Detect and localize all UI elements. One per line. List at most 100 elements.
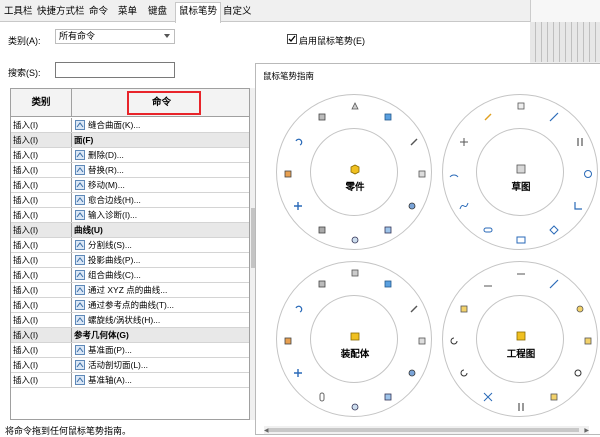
view-orientation-icon[interactable] bbox=[283, 169, 293, 179]
move-icon[interactable] bbox=[293, 201, 303, 211]
move-component-icon[interactable] bbox=[293, 368, 303, 378]
cell-command[interactable]: 参考几何体(G) bbox=[72, 328, 249, 342]
table-row[interactable]: 插入(I) 组合曲线(C)... bbox=[11, 268, 249, 283]
undo-arrow-icon[interactable] bbox=[293, 304, 303, 314]
cell-command[interactable]: 活动剖切面(L)... bbox=[72, 358, 249, 372]
table-row[interactable]: 插入(I) 基准面(P)... bbox=[11, 343, 249, 358]
hole-icon[interactable] bbox=[407, 201, 417, 211]
cell-command[interactable]: 投影曲线(P)... bbox=[72, 253, 249, 267]
guide-scrollbar[interactable]: ◀ ▶ bbox=[264, 426, 589, 434]
table-row[interactable]: 插入(I) 输入诊断(I)... bbox=[11, 208, 249, 223]
center-mark-icon[interactable] bbox=[483, 392, 493, 402]
table-group-row[interactable]: 插入(I) 曲线(U) bbox=[11, 223, 249, 238]
table-group-row[interactable]: 插入(I) 面(F) bbox=[11, 133, 249, 148]
undo-arrow-icon[interactable] bbox=[293, 137, 303, 147]
revolve-icon[interactable] bbox=[350, 235, 360, 245]
table-row[interactable]: 插入(I) 替换(R)... bbox=[11, 163, 249, 178]
detail-view-icon[interactable] bbox=[573, 368, 583, 378]
cell-command[interactable]: 愈合边线(H)... bbox=[72, 193, 249, 207]
line-icon[interactable] bbox=[549, 112, 559, 122]
tab-menus[interactable]: 菜单 bbox=[115, 4, 140, 22]
cell-command[interactable]: 基准面(P)... bbox=[72, 343, 249, 357]
section-view-icon[interactable] bbox=[516, 268, 526, 278]
table-row[interactable]: 插入(I) 愈合边线(H)... bbox=[11, 193, 249, 208]
extrude-icon[interactable] bbox=[383, 112, 393, 122]
cell-command[interactable]: 移动(M)... bbox=[72, 178, 249, 192]
table-row[interactable]: 插入(I) 活动剖切面(L)... bbox=[11, 358, 249, 373]
table-row[interactable]: 插入(I) 螺旋线/涡状线(H)... bbox=[11, 313, 249, 328]
smart-dimension-icon[interactable] bbox=[483, 112, 493, 122]
table-row[interactable]: 插入(I) 通过 XYZ 点的曲线... bbox=[11, 283, 249, 298]
rectangle-icon[interactable] bbox=[516, 235, 526, 245]
interference-icon[interactable] bbox=[383, 392, 393, 402]
smart-fastener-icon[interactable] bbox=[407, 368, 417, 378]
cell-command[interactable]: 螺旋线/涡状线(H)... bbox=[72, 313, 249, 327]
centerline-icon[interactable] bbox=[516, 402, 526, 412]
table-row[interactable]: 插入(I) 通过参考点的曲线(T)... bbox=[11, 298, 249, 313]
cut-extrude-icon[interactable] bbox=[317, 112, 327, 122]
scroll-right-icon[interactable]: ▶ bbox=[584, 427, 589, 434]
tab-mouse-gestures[interactable]: 鼠标笔势 bbox=[175, 2, 222, 23]
gesture-wheel-assembly[interactable]: 装配体 bbox=[276, 261, 432, 417]
paperclip-icon[interactable] bbox=[317, 392, 327, 402]
column-header-category[interactable]: 类别 bbox=[11, 89, 72, 117]
cell-command[interactable]: 通过参考点的曲线(T)... bbox=[72, 298, 249, 312]
tab-keyboard[interactable]: 键盘 bbox=[145, 4, 170, 22]
table-row[interactable]: 插入(I) 删除(D)... bbox=[11, 148, 249, 163]
sketch-fillet-icon[interactable] bbox=[573, 201, 583, 211]
arc-icon[interactable] bbox=[449, 169, 459, 179]
guide-scrollbar-thumb[interactable] bbox=[269, 428, 579, 432]
gesture-wheel-part[interactable]: 零件 bbox=[276, 94, 432, 250]
cell-command[interactable]: 曲线(U) bbox=[72, 223, 249, 237]
pattern-icon[interactable] bbox=[350, 402, 360, 412]
sketch-tool-icon[interactable] bbox=[516, 101, 526, 111]
cell-command[interactable]: 删除(D)... bbox=[72, 148, 249, 162]
table-row[interactable]: 插入(I) 投影曲线(P)... bbox=[11, 253, 249, 268]
table-group-row[interactable]: 插入(I) 参考几何体(G) bbox=[11, 328, 249, 343]
trim-icon[interactable] bbox=[459, 137, 469, 147]
model-view-icon[interactable] bbox=[583, 336, 593, 346]
cell-command[interactable]: 替换(R)... bbox=[72, 163, 249, 177]
enable-gestures-label[interactable]: 启用鼠标笔势(E) bbox=[299, 34, 365, 47]
table-row[interactable]: 插入(I) 移动(M)... bbox=[11, 178, 249, 193]
slot-icon[interactable] bbox=[483, 225, 493, 235]
balloon-icon[interactable] bbox=[575, 304, 585, 314]
gesture-wheel-sketch[interactable]: 草图 bbox=[442, 94, 598, 250]
spline-icon[interactable] bbox=[459, 201, 469, 211]
tab-toolbars[interactable]: 工具栏 bbox=[1, 4, 36, 22]
fillet-icon[interactable] bbox=[409, 137, 419, 147]
insert-component-icon[interactable] bbox=[350, 268, 360, 278]
datum-icon[interactable] bbox=[459, 304, 469, 314]
gesture-wheel-drawing[interactable]: 工程图 bbox=[442, 261, 598, 417]
surface-finish-icon[interactable] bbox=[449, 336, 459, 346]
cell-command[interactable]: 缝合曲面(K)... bbox=[72, 118, 249, 132]
new-part-icon[interactable] bbox=[317, 279, 327, 289]
cell-command[interactable]: 面(F) bbox=[72, 133, 249, 147]
cell-command[interactable]: 分割线(S)... bbox=[72, 238, 249, 252]
table-row[interactable]: 插入(I) 分割线(S)... bbox=[11, 238, 249, 253]
shell-icon[interactable] bbox=[383, 225, 393, 235]
cell-command[interactable]: 输入诊断(I)... bbox=[72, 208, 249, 222]
search-input[interactable] bbox=[55, 62, 175, 78]
table-row[interactable]: 插入(I) 基准轴(A)... bbox=[11, 373, 249, 388]
view-orientation-icon[interactable] bbox=[283, 336, 293, 346]
cell-command[interactable]: 通过 XYZ 点的曲线... bbox=[72, 283, 249, 297]
rib-icon[interactable] bbox=[317, 225, 327, 235]
exploded-view-icon[interactable] bbox=[417, 336, 427, 346]
circle-icon[interactable] bbox=[583, 169, 593, 179]
projected-view-icon[interactable] bbox=[549, 392, 559, 402]
tab-shortcut-bars[interactable]: 快捷方式栏 bbox=[34, 4, 88, 22]
tab-commands[interactable]: 命令 bbox=[86, 4, 111, 22]
enable-gestures-checkbox[interactable] bbox=[287, 34, 297, 44]
category-select[interactable]: 所有命令 bbox=[55, 29, 175, 44]
dimension-icon[interactable] bbox=[483, 279, 493, 289]
cell-command[interactable]: 组合曲线(C)... bbox=[72, 268, 249, 282]
note-icon[interactable] bbox=[549, 279, 559, 289]
chamfer-icon[interactable] bbox=[417, 169, 427, 179]
polygon-icon[interactable] bbox=[549, 225, 559, 235]
cell-command[interactable]: 基准轴(A)... bbox=[72, 373, 249, 387]
mate-icon[interactable] bbox=[409, 304, 419, 314]
scroll-left-icon[interactable]: ◀ bbox=[264, 427, 269, 434]
tab-customization[interactable]: 自定义 bbox=[220, 4, 255, 22]
rotate-view-icon[interactable] bbox=[459, 368, 469, 378]
